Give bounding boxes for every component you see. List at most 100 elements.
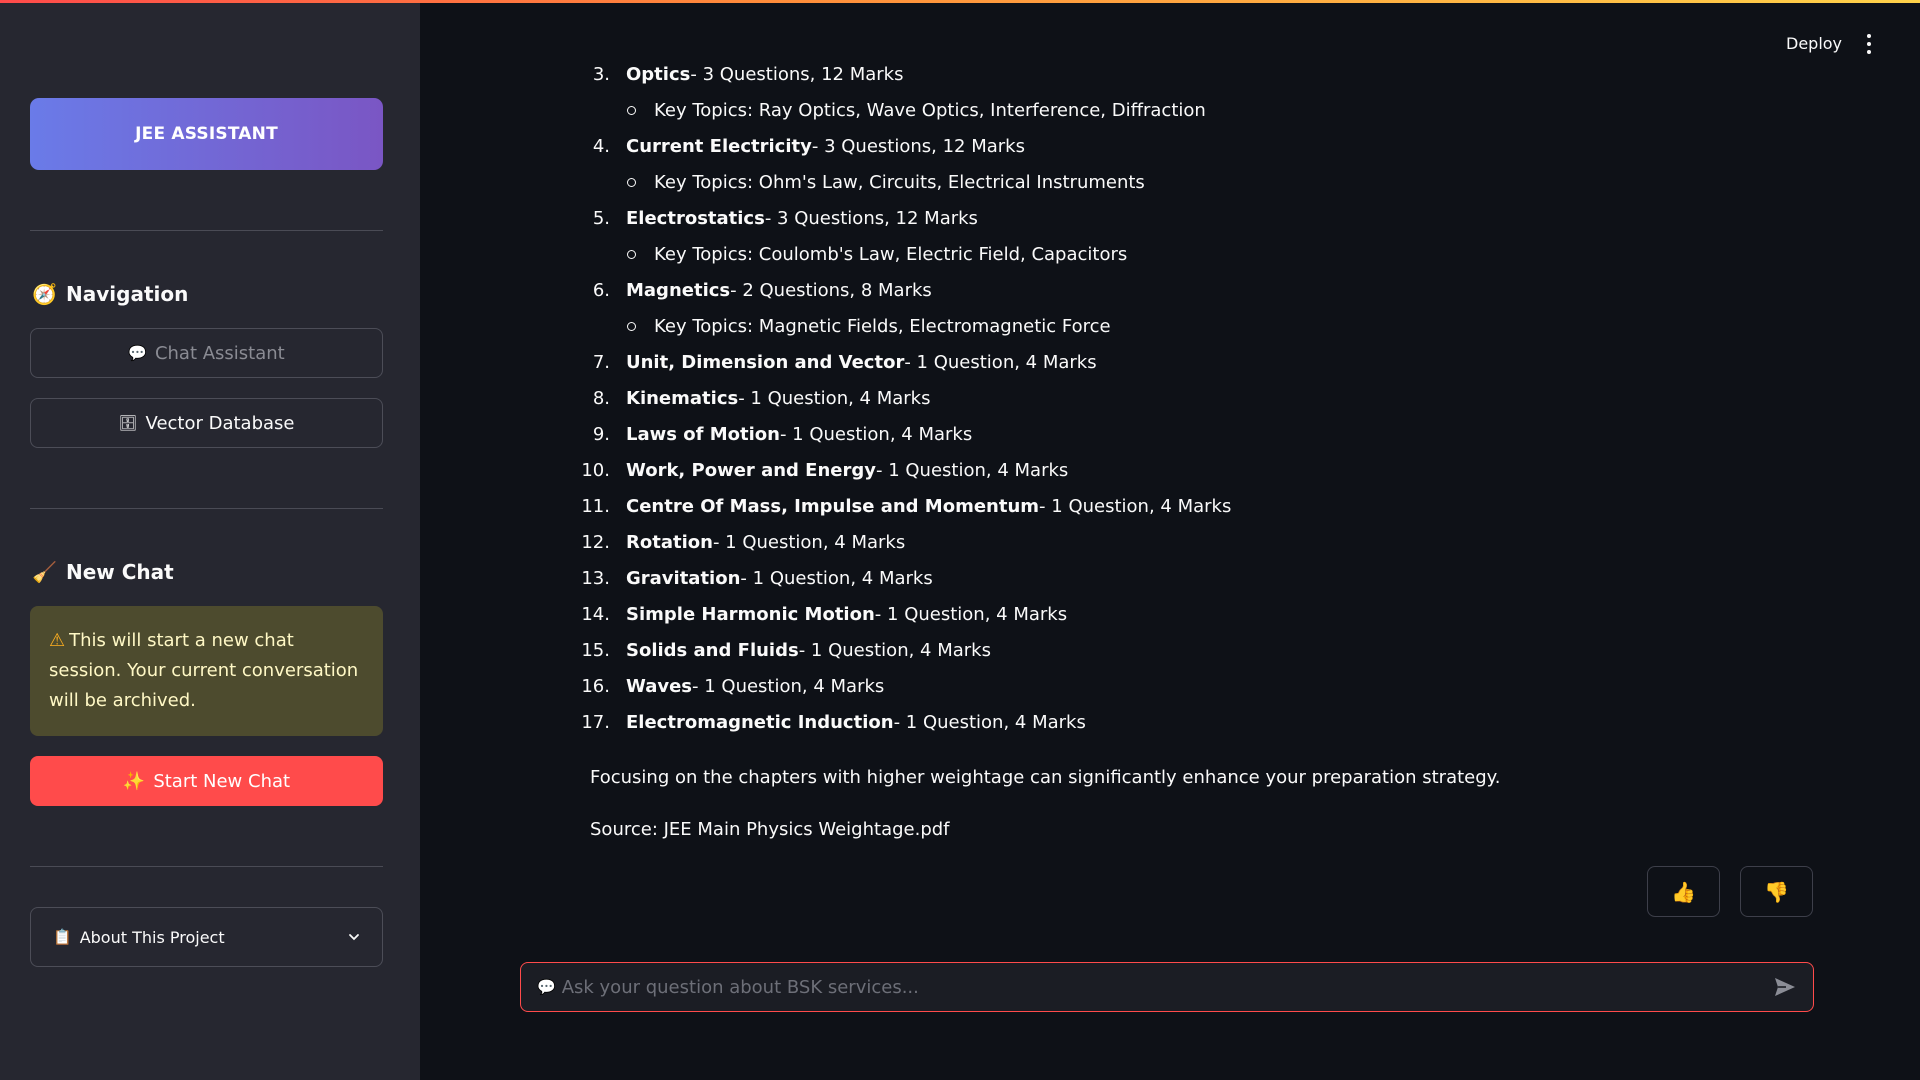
list-item-title: Gravitation — [626, 568, 741, 589]
list-item-detail: - 1 Question, 4 Marks — [779, 424, 973, 445]
new-chat-warning: ⚠ This will start a new chat session. You… — [30, 606, 383, 736]
list-item-title: Electromagnetic Induction — [626, 712, 894, 733]
list-item-number: 7. — [592, 352, 610, 373]
list-item-title: Centre Of Mass, Impulse and Momentum — [626, 496, 1040, 517]
deploy-button[interactable]: Deploy — [1786, 34, 1842, 53]
chat-input[interactable] — [561, 976, 1773, 998]
speech-bubble-icon: 💬 — [128, 344, 147, 362]
bullet-icon — [627, 106, 636, 115]
list-subitem-text: Key Topics: Coulomb's Law, Electric Fiel… — [654, 244, 1128, 265]
main-menu-icon[interactable] — [1866, 34, 1872, 54]
list-subitem-text: Key Topics: Magnetic Fields, Electromagn… — [654, 316, 1111, 337]
summary-paragraph: Focusing on the chapters with higher wei… — [590, 767, 1501, 788]
list-item: 10. Work, Power and Energy - 1 Question,… — [580, 460, 1068, 481]
clipboard-icon: 📋 — [53, 928, 72, 946]
list-item-title: Magnetics — [626, 280, 731, 301]
nav-button-label: Chat Assistant — [154, 342, 285, 364]
list-item-title: Simple Harmonic Motion — [626, 604, 875, 625]
list-item-number: 10. — [581, 460, 610, 481]
list-subitem-text: Key Topics: Ray Optics, Wave Optics, Int… — [654, 100, 1206, 121]
nav-button-vector-database[interactable]: 🗄 Vector Database — [30, 398, 383, 448]
list-item: 11. Centre Of Mass, Impulse and Momentum… — [580, 496, 1231, 517]
list-subitem: Key Topics: Coulomb's Law, Electric Fiel… — [627, 244, 1127, 265]
list-item-number: 11. — [581, 496, 610, 517]
list-item-title: Electrostatics — [626, 208, 765, 229]
sparkles-icon: ✨ — [122, 770, 146, 792]
list-subitem: Key Topics: Ohm's Law, Circuits, Electri… — [627, 172, 1145, 193]
list-item-title: Work, Power and Energy — [626, 460, 876, 481]
list-item: 14. Simple Harmonic Motion - 1 Question,… — [580, 604, 1067, 625]
thumbs-down-button[interactable]: 👎 — [1740, 866, 1813, 917]
database-icon: 🗄 — [118, 414, 138, 432]
sidebar-divider — [30, 508, 383, 509]
list-item: 5. Electrostatics - 3 Questions, 12 Mark… — [580, 208, 978, 229]
about-project-label: About This Project — [79, 927, 225, 947]
list-item-detail: - 3 Questions, 12 Marks — [764, 208, 978, 229]
list-item-number: 6. — [592, 280, 610, 301]
list-item-number: 3. — [592, 64, 610, 85]
list-item-number: 16. — [581, 676, 610, 697]
list-item-detail: - 1 Question, 4 Marks — [893, 712, 1086, 733]
list-item: 13. Gravitation - 1 Question, 4 Marks — [580, 568, 933, 589]
list-item-number: 5. — [592, 208, 610, 229]
broom-icon: 🧹 — [32, 560, 57, 584]
speech-bubble-icon: 💬 — [537, 978, 556, 996]
list-item-number: 15. — [581, 640, 610, 661]
sidebar-divider — [30, 866, 383, 867]
list-item-title: Current Electricity — [626, 136, 812, 157]
chevron-down-icon — [349, 934, 359, 941]
list-item: 6. Magnetics - 2 Questions, 8 Marks — [580, 280, 932, 301]
warning-icon: ⚠ — [49, 630, 66, 651]
list-item-number: 17. — [581, 712, 610, 733]
send-icon[interactable] — [1773, 975, 1797, 999]
list-item-title: Solids and Fluids — [626, 640, 799, 661]
list-item-number: 12. — [581, 532, 610, 553]
list-item-title: Kinematics — [626, 388, 739, 409]
list-subitem: Key Topics: Ray Optics, Wave Optics, Int… — [627, 100, 1206, 121]
list-item-number: 13. — [581, 568, 610, 589]
list-item-number: 4. — [592, 136, 610, 157]
list-item-title: Optics — [626, 64, 691, 85]
thumbs-up-icon: 👍 — [1671, 879, 1696, 904]
list-item-detail: - 1 Question, 4 Marks — [876, 460, 1069, 481]
list-item-detail: - 1 Question, 4 Marks — [798, 640, 991, 661]
list-item: 3. Optics - 3 Questions, 12 Marks — [580, 64, 904, 85]
start-new-chat-label: Start New Chat — [153, 770, 291, 792]
new-chat-heading: 🧹 New Chat — [32, 560, 174, 584]
compass-icon: 🧭 — [32, 282, 57, 306]
list-item-detail: - 1 Question, 4 Marks — [712, 532, 906, 553]
list-item-detail: - 1 Question, 4 Marks — [692, 676, 885, 697]
list-item-detail: - 1 Question, 4 Marks — [904, 352, 1097, 373]
list-item-number: 9. — [592, 424, 610, 445]
navigation-heading: 🧭 Navigation — [32, 282, 188, 306]
bullet-icon — [627, 322, 636, 331]
list-item-number: 14. — [581, 604, 610, 625]
list-item-detail: - 3 Questions, 12 Marks — [811, 136, 1025, 157]
list-item-detail: - 1 Question, 4 Marks — [1039, 496, 1232, 517]
list-item: 7. Unit, Dimension and Vector - 1 Questi… — [580, 352, 1097, 373]
sidebar-divider — [30, 230, 383, 231]
start-new-chat-button[interactable]: ✨ Start New Chat — [30, 756, 383, 806]
list-subitem-text: Key Topics: Ohm's Law, Circuits, Electri… — [654, 172, 1145, 193]
list-item: 16. Waves - 1 Question, 4 Marks — [580, 676, 884, 697]
list-item-detail: - 3 Questions, 12 Marks — [690, 64, 904, 85]
list-item: 9. Laws of Motion - 1 Question, 4 Marks — [580, 424, 972, 445]
list-item: 4. Current Electricity - 3 Questions, 12… — [580, 136, 1025, 157]
warning-text: This will start a new chat session. Your… — [49, 630, 359, 711]
thumbs-up-button[interactable]: 👍 — [1647, 866, 1720, 917]
list-item: 17. Electromagnetic Induction - 1 Questi… — [580, 712, 1086, 733]
list-item: 15. Solids and Fluids - 1 Question, 4 Ma… — [580, 640, 991, 661]
list-item-detail: - 2 Questions, 8 Marks — [730, 280, 932, 301]
chat-input-container: 💬 — [520, 962, 1814, 1012]
list-item-number: 8. — [592, 388, 610, 409]
list-subitem: Key Topics: Magnetic Fields, Electromagn… — [627, 316, 1111, 337]
bullet-icon — [627, 250, 636, 259]
nav-button-chat-assistant[interactable]: 💬 Chat Assistant — [30, 328, 383, 378]
new-chat-heading-label: New Chat — [66, 560, 174, 584]
list-item-title: Laws of Motion — [626, 424, 780, 445]
list-item-title: Rotation — [626, 532, 713, 553]
list-item-detail: - 1 Question, 4 Marks — [740, 568, 933, 589]
navigation-heading-label: Navigation — [66, 282, 189, 306]
list-item-title: Waves — [626, 676, 693, 697]
about-project-expander[interactable]: 📋 About This Project — [30, 907, 383, 967]
